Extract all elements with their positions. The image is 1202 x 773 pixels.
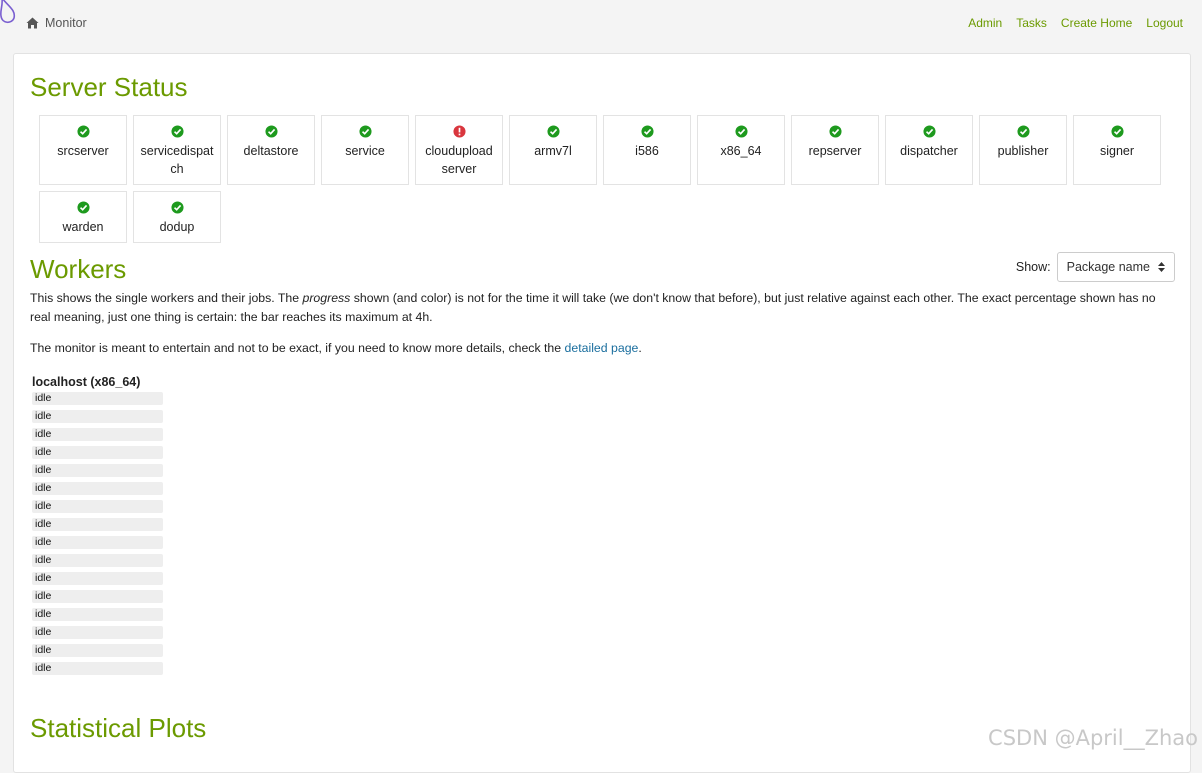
check-circle-icon [170, 125, 184, 138]
status-card-label: armv7l [534, 144, 572, 158]
worker-job-bar: idle [32, 554, 163, 567]
status-card-cloudupload-server: cloudupload server [415, 115, 503, 185]
check-circle-icon [264, 125, 278, 138]
watermark: CSDN @April__Zhao [988, 726, 1198, 750]
check-circle-icon [1016, 125, 1030, 138]
worker-job-bar: idle [32, 518, 163, 531]
statistical-plots-title: Statistical Plots [30, 713, 207, 743]
check-circle-icon [640, 125, 654, 138]
check-circle-icon [828, 125, 842, 138]
status-card-label: x86_64 [720, 144, 762, 158]
worker-host: localhost (x86_64) [32, 375, 141, 389]
server-status-title: Server Status [30, 72, 188, 102]
status-card-x86_64: x86_64 [697, 115, 785, 185]
worker-job-bar: idle [32, 572, 163, 585]
worker-job-bar: idle [32, 626, 163, 639]
worker-job-bar: idle [32, 482, 163, 495]
status-card-service: service [321, 115, 409, 185]
worker-job-bar: idle [32, 464, 163, 477]
nav-link-logout[interactable]: Logout [1146, 16, 1183, 30]
worker-job-bar: idle [32, 392, 163, 405]
worker-job-bar: idle [32, 446, 163, 459]
status-card-label: dispatcher [900, 144, 958, 158]
status-card-label: servicedispatch [140, 144, 214, 176]
workers-intro: This shows the single workers and their … [30, 291, 1156, 324]
status-card-i586: i586 [603, 115, 691, 185]
top-navbar: Monitor Admin Tasks Create Home Logout [0, 0, 1202, 46]
main-panel: Server Status srcserver servicedispatch de… [13, 53, 1191, 773]
nav-links: Admin Tasks Create Home Logout [968, 16, 1183, 30]
check-circle-icon [76, 201, 90, 214]
check-circle-icon [358, 125, 372, 138]
status-card-servicedispatch: servicedispatch [133, 115, 221, 185]
status-card-warden: warden [39, 191, 127, 243]
worker-job-bar: idle [32, 536, 163, 549]
check-circle-icon [1110, 125, 1124, 138]
brand[interactable]: Monitor [26, 16, 87, 30]
status-card-repserver: repserver [791, 115, 879, 185]
status-card-label: publisher [997, 144, 1049, 158]
status-card-label: repserver [808, 144, 862, 158]
worker-job-bar: idle [32, 662, 163, 675]
workers-title: Workers [30, 254, 127, 284]
show-control: Show: Package name [1016, 252, 1175, 282]
worker-job-list: idle idle idle idle idle idle idle idle idle idle… [32, 392, 163, 675]
worker-block: localhost (x86_64) idle idle idle idle idle i… [32, 375, 163, 680]
check-circle-icon [76, 125, 90, 138]
status-card-label: srcserver [57, 144, 109, 158]
nav-link-tasks[interactable]: Tasks [1016, 16, 1047, 30]
status-card-armv7l: armv7l [509, 115, 597, 185]
status-card-label: deltastore [243, 144, 299, 158]
nav-link-create-home[interactable]: Create Home [1061, 16, 1132, 30]
status-card-dispatcher: dispatcher [885, 115, 973, 185]
status-card-signer: signer [1073, 115, 1161, 185]
status-card-dodup: dodup [133, 191, 221, 243]
check-circle-icon [734, 125, 748, 138]
status-card-label: service [345, 144, 385, 158]
status-card-label: i586 [635, 144, 659, 158]
status-card-deltastore: deltastore [227, 115, 315, 185]
show-select-value: Package name [1066, 260, 1150, 274]
worker-job-bar: idle [32, 644, 163, 657]
check-circle-icon [546, 125, 560, 138]
nav-link-admin[interactable]: Admin [968, 16, 1002, 30]
brand-label: Monitor [45, 16, 87, 30]
workers-note: The monitor is meant to entertain and no… [30, 341, 642, 355]
show-select[interactable]: Package name [1056, 252, 1175, 282]
show-label: Show: [1015, 260, 1051, 274]
home-icon [26, 17, 39, 29]
check-circle-icon [922, 125, 936, 138]
check-circle-icon [170, 201, 184, 214]
server-status-grid: srcserver servicedispatch deltastore servic… [39, 115, 1169, 243]
status-card-label: warden [62, 220, 104, 234]
status-card-label: dodup [159, 220, 195, 234]
status-card-srcserver: srcserver [39, 115, 127, 185]
sort-arrows-icon [1158, 262, 1165, 272]
status-card-label: cloudupload server [425, 144, 493, 176]
worker-job-bar: idle [32, 590, 163, 603]
status-card-label: signer [1099, 144, 1135, 158]
error-circle-icon [452, 125, 466, 138]
worker-job-bar: idle [32, 500, 163, 513]
detailed-page-link[interactable]: detailed page [565, 341, 639, 355]
progress-emphasis: progress [302, 291, 351, 305]
worker-job-bar: idle [32, 428, 163, 441]
worker-job-bar: idle [32, 608, 163, 621]
worker-job-bar: idle [32, 410, 163, 423]
status-card-publisher: publisher [979, 115, 1067, 185]
